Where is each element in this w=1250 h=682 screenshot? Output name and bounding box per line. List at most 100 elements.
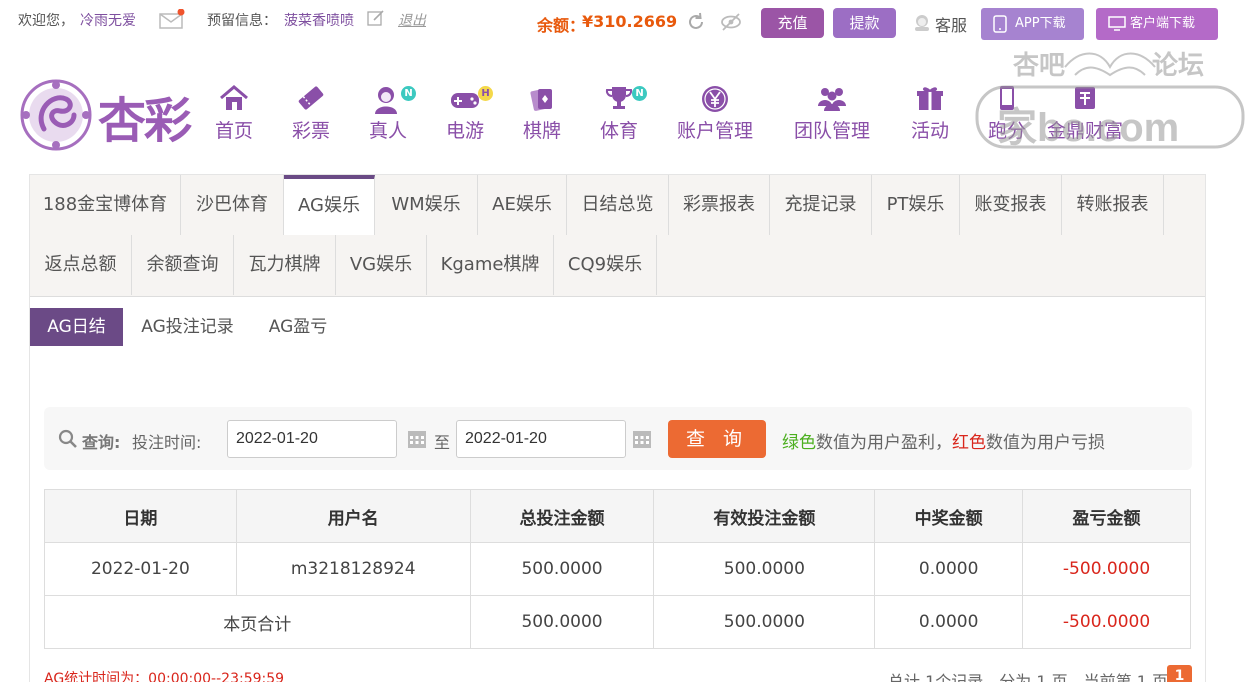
hot-badge: H <box>478 86 493 101</box>
tab-lottery-report[interactable]: 彩票报表 <box>669 175 770 235</box>
nav-team[interactable]: 团队管理 <box>794 84 870 143</box>
color-legend-note: 绿色数值为用户盈利，红色数值为用户亏损 <box>782 428 1105 453</box>
app-download-label: APP下载 <box>1015 16 1066 31</box>
col-win-amount: 中奖金额 <box>874 489 1024 543</box>
report-tabs: 188金宝博体育 沙巴体育 AG娱乐 WM娱乐 AE娱乐 日结总览 彩票报表 充… <box>30 175 1205 297</box>
cell-total-bet: 500.0000 <box>469 542 655 596</box>
mail-icon[interactable] <box>159 8 185 33</box>
nav-sports[interactable]: N 体育 <box>600 84 647 143</box>
customer-service-link[interactable]: 客服 <box>935 12 967 36</box>
nav-promotion-label: 活动 <box>911 120 950 142</box>
nav-wealth[interactable]: 金鼎财富 <box>1047 84 1123 143</box>
start-date-input[interactable] <box>227 420 397 458</box>
tab-transfer-report[interactable]: 转账报表 <box>1062 175 1164 235</box>
wealth-icon <box>1047 84 1123 116</box>
logo-emblem-icon <box>20 79 92 151</box>
new-badge: N <box>632 86 647 101</box>
team-icon <box>794 84 870 116</box>
cell-profit-loss: -500.0000 <box>1022 542 1191 596</box>
cards-icon <box>523 84 561 116</box>
tab-188jbb-sports[interactable]: 188金宝博体育 <box>30 175 181 235</box>
lottery-ticket-icon <box>292 84 330 116</box>
watermark-text-left: 杏吧 <box>1013 51 1066 81</box>
nav-paofen-label: 跑分 <box>988 120 1027 142</box>
tab-account-change-report[interactable]: 账变报表 <box>960 175 1062 235</box>
refresh-icon[interactable] <box>686 12 706 36</box>
legend-loss-text: 数值为用户亏损 <box>986 433 1105 453</box>
nav-chess-label: 棋牌 <box>523 120 562 142</box>
tab-ag-entertainment[interactable]: AG娱乐 <box>284 175 375 235</box>
tab-balance-query[interactable]: 余额查询 <box>132 235 234 295</box>
recharge-button[interactable]: 充值 <box>761 8 824 38</box>
balance-label: 余额： <box>537 16 586 35</box>
logo[interactable]: 杏彩 <box>18 77 203 153</box>
client-download-button[interactable]: 客户端下载 <box>1096 8 1218 40</box>
nav-account[interactable]: 账户管理 <box>677 84 753 143</box>
tab-wm-entertainment[interactable]: WM娱乐 <box>375 175 478 235</box>
tab-kgame-chess[interactable]: Kgame棋牌 <box>427 235 554 295</box>
end-date-input[interactable] <box>456 420 626 458</box>
total-win-amount: 0.0000 <box>874 595 1024 649</box>
legend-profit-text: 数值为用户盈利， <box>816 433 952 453</box>
stat-time-note: AG统计时间为：00:00:00--23:59:59 <box>44 671 285 682</box>
new-badge: N <box>401 86 416 101</box>
col-username: 用户名 <box>235 489 471 543</box>
total-label: 本页合计 <box>44 595 471 649</box>
total-profit-loss: -500.0000 <box>1022 595 1191 649</box>
calendar-icon[interactable] <box>408 431 426 452</box>
customer-service-icon[interactable] <box>912 12 932 36</box>
nav-paofen[interactable]: 跑分 <box>988 84 1026 143</box>
tab-vg-entertainment[interactable]: VG娱乐 <box>336 235 427 295</box>
watermark-text-right: 论坛 <box>1152 51 1205 81</box>
nav-sports-label: 体育 <box>600 120 639 142</box>
tab-ae-entertainment[interactable]: AE娱乐 <box>478 175 567 235</box>
tab-pt-entertainment[interactable]: PT娱乐 <box>872 175 960 235</box>
hide-balance-icon[interactable] <box>720 12 742 36</box>
reserved-info-label: 预留信息： <box>207 13 277 29</box>
nav-account-label: 账户管理 <box>677 120 754 142</box>
nav-live[interactable]: N 真人 <box>369 84 416 143</box>
query-label: 查询: <box>82 433 121 452</box>
query-button[interactable]: 查 询 <box>668 420 766 458</box>
tab-cq9-entertainment[interactable]: CQ9娱乐 <box>554 235 657 295</box>
tab-wali-chess[interactable]: 瓦力棋牌 <box>234 235 336 295</box>
nav-wealth-label: 金鼎财富 <box>1047 120 1124 142</box>
total-bet: 500.0000 <box>469 595 655 649</box>
col-date: 日期 <box>44 489 237 543</box>
logo-text: 杏彩 <box>98 93 192 149</box>
nav-home[interactable]: 首页 <box>215 84 253 143</box>
cell-valid-bet: 500.0000 <box>653 542 876 596</box>
nav-chess[interactable]: 棋牌 <box>523 84 561 143</box>
welcome-label: 欢迎您， <box>18 13 74 29</box>
app-download-button[interactable]: APP下载 <box>981 8 1084 40</box>
col-profit-loss: 盈亏金额 <box>1022 489 1191 543</box>
tab-saba-sports[interactable]: 沙巴体育 <box>181 175 284 235</box>
subtab-ag-profit-loss[interactable]: AG盈亏 <box>258 308 338 346</box>
page-number-button[interactable]: 1 <box>1167 665 1192 682</box>
legend-green-label: 绿色 <box>782 433 816 453</box>
nav-egame[interactable]: H 电游 <box>446 84 493 143</box>
nav-promotion[interactable]: 活动 <box>911 84 949 143</box>
cell-win-amount: 0.0000 <box>874 542 1024 596</box>
reserved-info-value: 菠菜香喷喷 <box>284 13 354 29</box>
gift-icon <box>911 84 949 116</box>
withdraw-button[interactable]: 提款 <box>833 8 896 38</box>
col-valid-bet: 有效投注金额 <box>653 489 876 543</box>
tab-rebate-total[interactable]: 返点总额 <box>30 235 132 295</box>
edit-icon[interactable] <box>367 9 385 31</box>
subtab-ag-bet-records[interactable]: AG投注记录 <box>131 308 244 346</box>
username-link[interactable]: 冷雨无爱 <box>80 10 136 30</box>
tab-daily-overview[interactable]: 日结总览 <box>567 175 669 235</box>
to-label: 至 <box>434 433 451 452</box>
logout-link[interactable]: 退出 <box>398 10 426 30</box>
search-icon <box>58 429 78 453</box>
nav-lottery[interactable]: 彩票 <box>292 84 330 143</box>
calendar-icon[interactable] <box>633 431 651 452</box>
balance-value: ¥310.2669 <box>582 12 678 31</box>
top-bar: 欢迎您， 冷雨无爱 预留信息： 菠菜香喷喷 退出 余额： ¥310.2669 充… <box>0 0 1250 42</box>
tab-deposit-withdraw-records[interactable]: 充提记录 <box>770 175 872 235</box>
total-valid-bet: 500.0000 <box>653 595 876 649</box>
client-download-label: 客户端下载 <box>1130 16 1196 31</box>
nav-home-label: 首页 <box>215 120 254 142</box>
subtab-ag-daily[interactable]: AG日结 <box>30 308 123 346</box>
